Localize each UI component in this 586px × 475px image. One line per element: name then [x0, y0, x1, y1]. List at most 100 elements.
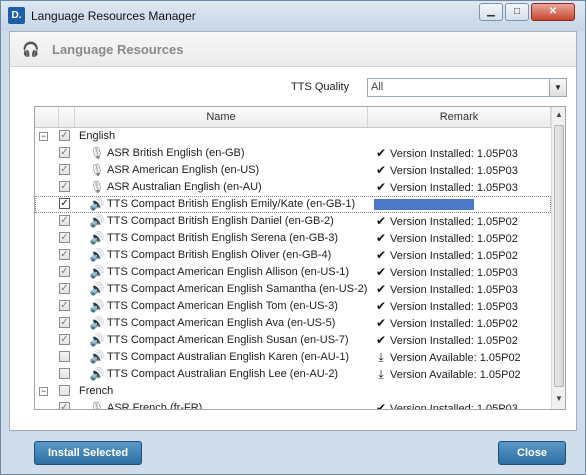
tree-cell: − — [35, 128, 59, 145]
row-checkbox[interactable]: ✓ — [59, 317, 70, 328]
scroll-thumb[interactable] — [554, 125, 564, 387]
row-checkbox[interactable]: ✓ — [59, 402, 70, 409]
tree-cell — [35, 264, 59, 281]
scroll-up-icon[interactable]: ▲ — [552, 107, 565, 123]
remark-text: Version Installed: 1.05P03 — [390, 182, 518, 194]
row-checkbox[interactable]: ✓ — [59, 181, 70, 192]
remark-cell: ✔ Version Installed: 1.05P02 — [368, 332, 551, 349]
group-label: French — [79, 385, 114, 397]
table-row[interactable]: ✓ 🎙 ASR British English (en-GB) ✔ Version In… — [35, 145, 551, 162]
check-icon: ✔ — [375, 146, 387, 160]
name-cell: 🔊 TTS Compact British English Oliver (en-… — [75, 247, 367, 264]
row-checkbox[interactable]: ✓ — [59, 215, 70, 226]
speaker-icon: 🔊 — [89, 248, 105, 262]
resource-name: TTS Compact American English Allison (en… — [107, 266, 350, 278]
chevron-down-icon[interactable]: ▼ — [549, 79, 566, 96]
speaker-icon: 🔊 — [89, 197, 105, 211]
collapse-icon[interactable]: − — [39, 387, 48, 396]
install-selected-button[interactable]: Install Selected — [34, 441, 142, 465]
table-row[interactable]: ✓ 🔊 TTS Compact British English Serena (en… — [35, 230, 551, 247]
speaker-icon: 🔊 — [89, 367, 105, 381]
tree-cell: − — [35, 383, 59, 400]
remark-cell: ✔ Version Installed: 1.05P03 — [368, 145, 551, 162]
maximize-button[interactable]: □ — [505, 3, 529, 21]
row-checkbox[interactable]: ✓ — [59, 232, 70, 243]
row-checkbox[interactable] — [59, 368, 70, 379]
remark-text: Version Installed: 1.05P03 — [390, 165, 518, 177]
name-cell: English — [75, 128, 367, 145]
table-row[interactable]: ✓ 🎙 ASR American English (en-US) ✔ Version I… — [35, 162, 551, 179]
group-row[interactable]: − French — [35, 383, 551, 400]
name-cell: 🔊 TTS Compact Australian English Karen (e… — [75, 349, 367, 366]
microphone-icon: 🎙 — [89, 163, 105, 177]
table-row[interactable]: ✓ 🎙 ASR French (fr-FR) ✔ Version Installed: … — [35, 400, 551, 409]
checkbox-cell — [59, 383, 75, 400]
selection-highlight — [374, 199, 474, 210]
remark-cell: ✔ Version Installed: 1.05P02 — [368, 213, 551, 230]
resource-name: ASR Australian English (en-AU) — [107, 181, 262, 193]
checkbox-cell: ✓ — [59, 264, 75, 281]
name-cell: 🎙 ASR Australian English (en-AU) — [75, 179, 367, 196]
group-row[interactable]: − ✓ English — [35, 128, 551, 145]
checkbox-cell: ✓ — [59, 179, 75, 196]
row-checkbox[interactable] — [59, 351, 70, 362]
close-button[interactable]: Close — [498, 441, 566, 465]
tts-quality-select[interactable]: All ▼ — [367, 78, 567, 97]
collapse-icon[interactable]: − — [39, 132, 48, 141]
name-cell: 🔊 TTS Compact British English Daniel (en-… — [75, 213, 367, 230]
row-checkbox[interactable]: ✓ — [59, 164, 70, 175]
name-cell: 🔊 TTS Compact American English Ava (en-US… — [75, 315, 367, 332]
row-checkbox[interactable] — [59, 385, 70, 396]
speaker-icon: 🔊 — [89, 299, 105, 313]
table-row[interactable]: ✓ 🔊 TTS Compact American English Samantha … — [35, 281, 551, 298]
speaker-icon: 🔊 — [89, 214, 105, 228]
app-logo-icon: D. — [8, 7, 25, 24]
table-row[interactable]: ✓ 🔊 TTS Compact American English Ava (en-U… — [35, 315, 551, 332]
resource-name: TTS Compact American English Samantha (e… — [107, 283, 367, 295]
row-checkbox[interactable]: ✓ — [59, 130, 70, 141]
table-row[interactable]: 🔊 TTS Compact Australian English Lee (en-… — [35, 366, 551, 383]
close-window-button[interactable]: ✕ — [531, 3, 575, 21]
row-checkbox[interactable]: ✓ — [59, 198, 70, 209]
microphone-icon: 🎙 — [89, 180, 105, 194]
vertical-scrollbar[interactable]: ▲ ▼ — [551, 107, 565, 409]
remark-text: Version Available: 1.05P02 — [390, 352, 521, 364]
row-checkbox[interactable]: ✓ — [59, 283, 70, 294]
name-column-header[interactable]: Name — [75, 107, 368, 127]
app-window: D. Language Resources Manager ▁ □ ✕ 🎧 La… — [0, 0, 586, 475]
resource-name: TTS Compact Australian English Lee (en-A… — [107, 368, 339, 380]
remark-column-header[interactable]: Remark — [368, 107, 551, 127]
checkbox-cell: ✓ — [59, 332, 75, 349]
tree-cell — [35, 162, 59, 179]
resource-name: TTS Compact British English Serena (en-G… — [107, 232, 339, 244]
checkbox-cell: ✓ — [59, 247, 75, 264]
tree-cell — [35, 366, 59, 383]
window-title: Language Resources Manager — [31, 9, 196, 23]
row-checkbox[interactable]: ✓ — [59, 300, 70, 311]
checkbox-cell: ✓ — [59, 162, 75, 179]
speaker-icon: 🔊 — [89, 265, 105, 279]
checkbox-cell: ✓ — [59, 281, 75, 298]
table-row[interactable]: ✓ 🎙 ASR Australian English (en-AU) ✔ Version… — [35, 179, 551, 196]
table-row[interactable]: ✓ 🔊 TTS Compact British English Oliver (en… — [35, 247, 551, 264]
table-row[interactable]: ✓ 🔊 TTS Compact American English Susan (en… — [35, 332, 551, 349]
check-icon: ✔ — [375, 248, 387, 262]
row-checkbox[interactable]: ✓ — [59, 249, 70, 260]
row-checkbox[interactable]: ✓ — [59, 334, 70, 345]
table-row[interactable]: ✓ 🔊 TTS Compact British English Emily/Kate… — [35, 196, 551, 213]
tree-cell — [35, 281, 59, 298]
scroll-down-icon[interactable]: ▼ — [552, 391, 565, 407]
table-row[interactable]: 🔊 TTS Compact Australian English Karen (e… — [35, 349, 551, 366]
table-row[interactable]: ✓ 🔊 TTS Compact American English Allison (… — [35, 264, 551, 281]
row-checkbox[interactable]: ✓ — [59, 266, 70, 277]
row-checkbox[interactable]: ✓ — [59, 147, 70, 158]
table-row[interactable]: ✓ 🔊 TTS Compact British English Daniel (en… — [35, 213, 551, 230]
tree-cell — [35, 332, 59, 349]
title-bar[interactable]: D. Language Resources Manager ▁ □ ✕ — [1, 1, 585, 31]
table-row[interactable]: ✓ 🔊 TTS Compact American English Tom (en-U… — [35, 298, 551, 315]
remark-cell: ✔ Version Installed: 1.05P03 — [368, 400, 551, 409]
minimize-button[interactable]: ▁ — [479, 3, 503, 21]
name-cell: 🎙 ASR American English (en-US) — [75, 162, 367, 179]
tree-column-header — [35, 107, 59, 127]
remark-text: Version Installed: 1.05P03 — [390, 301, 518, 313]
